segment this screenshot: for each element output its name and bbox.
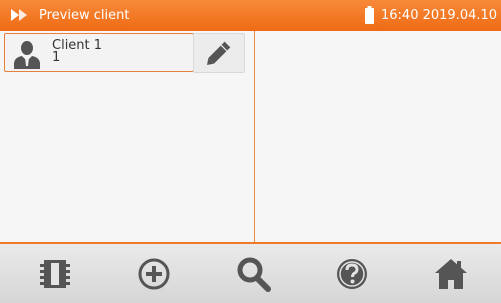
client-number: 1 bbox=[52, 50, 61, 65]
bottom-toolbar bbox=[0, 242, 501, 303]
help-icon bbox=[337, 259, 367, 289]
help-button[interactable] bbox=[327, 250, 377, 298]
home-button[interactable] bbox=[426, 250, 476, 298]
title-bar: Preview client 16:40 2019.04.10 bbox=[0, 0, 501, 31]
memory-card-icon bbox=[40, 260, 70, 288]
client-list-panel: Client 1 1 bbox=[0, 31, 501, 242]
add-button[interactable] bbox=[129, 250, 179, 298]
edit-button[interactable] bbox=[193, 33, 245, 73]
pencil-icon bbox=[206, 41, 231, 66]
clock-date: 16:40 2019.04.10 bbox=[381, 8, 498, 23]
client-item[interactable]: Client 1 1 bbox=[4, 33, 194, 72]
window-title: Preview client bbox=[39, 8, 130, 23]
person-icon bbox=[14, 41, 40, 69]
add-circle-icon bbox=[138, 258, 170, 290]
battery-icon bbox=[365, 6, 374, 24]
memory-button[interactable] bbox=[30, 250, 80, 298]
panel-divider bbox=[254, 31, 255, 242]
home-icon bbox=[435, 259, 467, 289]
search-button[interactable] bbox=[228, 250, 278, 298]
search-icon bbox=[237, 257, 271, 292]
double-arrow-icon bbox=[11, 9, 27, 21]
